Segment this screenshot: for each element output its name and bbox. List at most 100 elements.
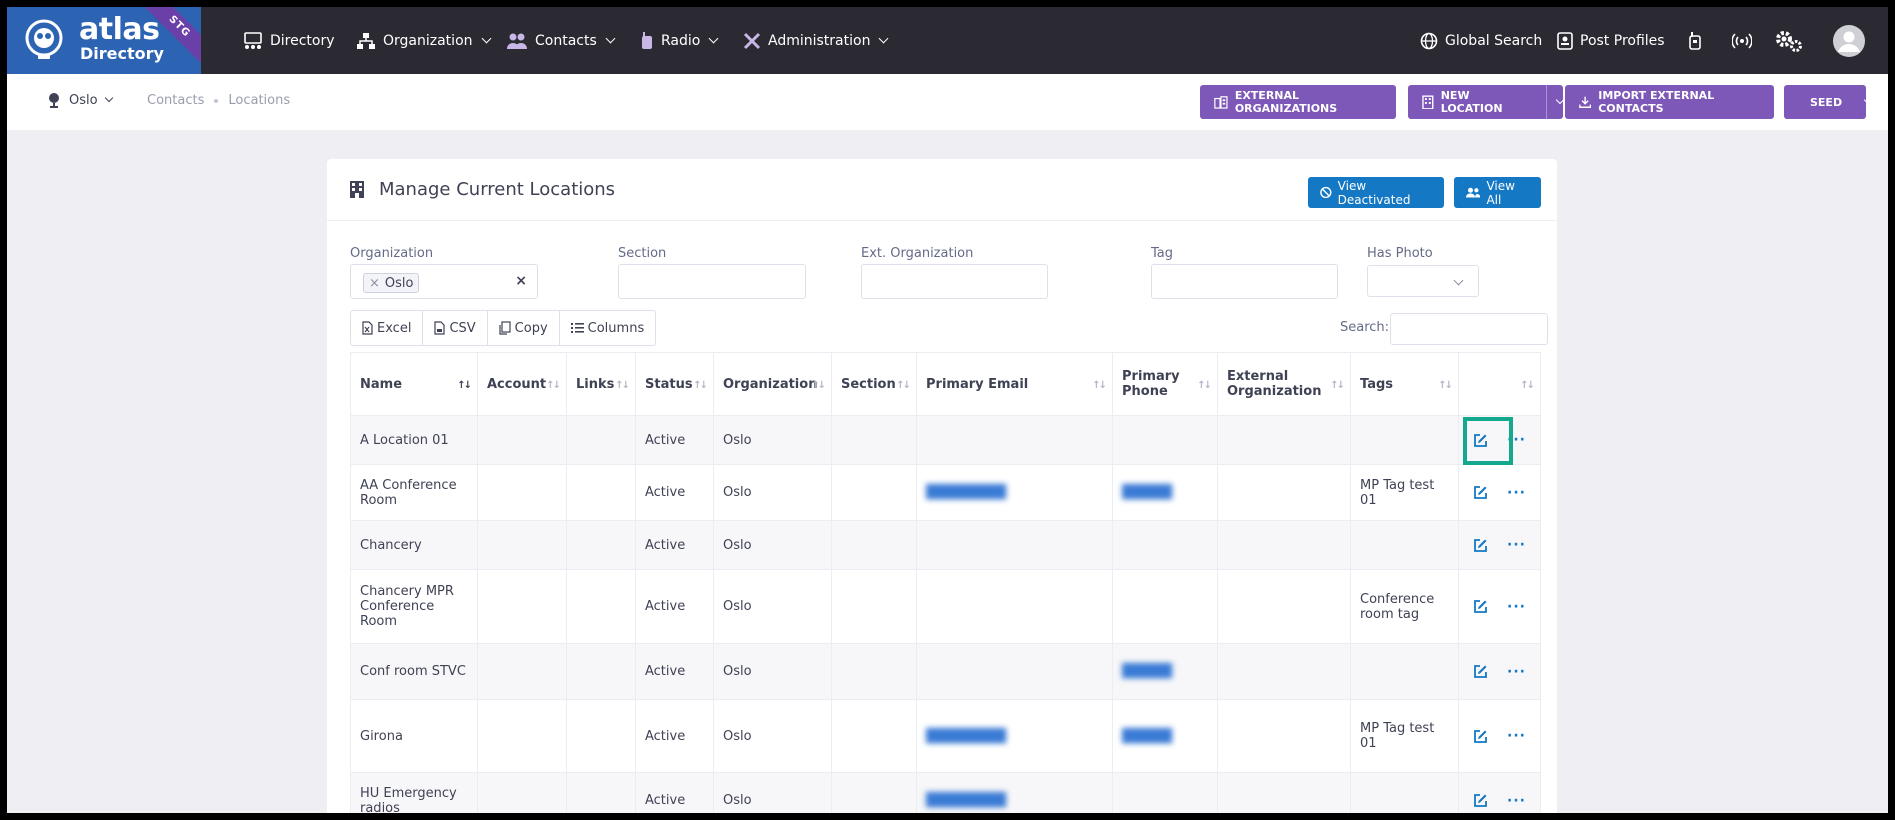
brand-logo[interactable]: atlas Directory STG	[7, 7, 201, 74]
nav-administration-label: Administration	[768, 32, 871, 49]
contacts-icon	[507, 33, 527, 49]
col-account[interactable]: Account ↑↓	[477, 352, 567, 416]
more-options-icon[interactable]: ···	[1507, 728, 1526, 744]
radio-shortcut-button[interactable]	[1688, 7, 1702, 74]
copy-button[interactable]: Copy	[488, 311, 560, 345]
redacted-phone[interactable]: █████	[1122, 729, 1172, 744]
table-row[interactable]: Conf room STVC Active Oslo █████ ···	[350, 643, 1541, 700]
edit-icon[interactable]	[1473, 793, 1488, 808]
edit-icon[interactable]	[1473, 599, 1488, 614]
edit-icon[interactable]	[1473, 485, 1488, 500]
broadcast-button[interactable]	[1732, 7, 1752, 74]
table-row[interactable]: Chancery MPR Conference Room Active Oslo Co…	[350, 569, 1541, 644]
top-navbar: atlas Directory STG Directory Organizati…	[7, 7, 1888, 74]
cell-name-text: AA Conference Room	[360, 477, 457, 508]
organization-filter[interactable]: × Oslo ×	[350, 264, 538, 299]
cell-name: Chancery MPR Conference Room	[350, 569, 478, 644]
tag-filter[interactable]	[1151, 264, 1338, 299]
redacted-email[interactable]: ████████	[926, 729, 1006, 744]
cell-organization: Oslo	[713, 569, 832, 644]
cell-primary-email	[916, 415, 1113, 465]
nav-post-profiles-label: Post Profiles	[1580, 32, 1665, 49]
table-row[interactable]: A Location 01 Active Oslo ···	[350, 415, 1541, 465]
sub-header: Oslo Contacts Locations EXTERNAL ORGANIZ…	[7, 74, 1888, 130]
col-organization[interactable]: Organization ↑↓	[713, 352, 832, 416]
breadcrumb: Contacts Locations	[147, 93, 290, 108]
table-row[interactable]: AA Conference Room Active Oslo ████████ ████…	[350, 464, 1541, 521]
section-filter[interactable]	[618, 264, 806, 299]
table-row[interactable]: Chancery Active Oslo ···	[350, 520, 1541, 570]
cell-tags	[1350, 415, 1459, 465]
chevron-down-icon	[481, 33, 491, 44]
chip-remove-icon[interactable]: ×	[369, 276, 380, 291]
table-row[interactable]: Girona Active Oslo ████████ █████ MP Tag test…	[350, 699, 1541, 773]
external-organizations-button[interactable]: EXTERNAL ORGANIZATIONS	[1200, 85, 1396, 119]
cell-account	[477, 569, 567, 644]
col-primary-phone-label: Primary Phone	[1122, 369, 1180, 399]
nav-administration[interactable]: Administration	[743, 7, 889, 74]
col-name[interactable]: Name ↑↓	[350, 352, 478, 416]
redacted-phone[interactable]: █████	[1122, 664, 1172, 679]
col-primary-phone[interactable]: Primary Phone ↑↓	[1112, 352, 1218, 416]
more-options-icon[interactable]: ···	[1507, 793, 1526, 809]
tag-filter-label: Tag	[1151, 246, 1174, 261]
nav-radio[interactable]: Radio	[640, 7, 719, 74]
col-status-label: Status	[645, 376, 693, 392]
cell-external-organization	[1217, 699, 1351, 773]
locations-table: Name ↑↓ Account ↑↓ Links ↑↓ Status ↑↓ Organi…	[350, 352, 1541, 813]
csv-button[interactable]: CSV	[423, 311, 488, 345]
seed-dropdown-toggle[interactable]	[1855, 85, 1873, 119]
cell-external-organization	[1217, 643, 1351, 700]
nav-global-search-label: Global Search	[1445, 32, 1543, 49]
more-options-icon[interactable]: ···	[1507, 599, 1526, 615]
redacted-phone[interactable]: █████	[1122, 485, 1172, 500]
has-photo-select[interactable]	[1367, 265, 1479, 297]
redacted-email[interactable]: ████████	[926, 793, 1006, 808]
nav-directory[interactable]: Directory	[243, 7, 335, 74]
more-options-icon[interactable]: ···	[1507, 664, 1526, 680]
col-primary-email[interactable]: Primary Email ↑↓	[916, 352, 1113, 416]
view-deactivated-button[interactable]: View Deactivated	[1308, 177, 1444, 208]
cell-organization-text: Oslo	[723, 599, 752, 614]
col-name-label: Name	[360, 376, 403, 392]
seed-button[interactable]: SEED	[1784, 85, 1873, 119]
nav-contacts-label: Contacts	[535, 32, 597, 49]
col-primary-email-label: Primary Email	[926, 376, 1029, 392]
more-options-icon[interactable]: ···	[1507, 537, 1526, 553]
user-menu[interactable]	[1833, 7, 1865, 74]
col-status[interactable]: Status ↑↓	[635, 352, 714, 416]
table-row[interactable]: HU Emergency radios Active Oslo ████████ ···	[350, 772, 1541, 813]
new-location-button[interactable]: NEW LOCATION	[1408, 85, 1565, 119]
new-location-dropdown-toggle[interactable]	[1546, 85, 1565, 119]
sort-icon: ↑↓	[1438, 380, 1453, 391]
globe-icon	[1420, 32, 1438, 49]
nav-contacts[interactable]: Contacts	[506, 7, 616, 74]
settings-button[interactable]	[1774, 7, 1804, 74]
search-input[interactable]	[1390, 313, 1548, 345]
view-all-button[interactable]: View All	[1454, 177, 1541, 208]
cell-tags-text: Conference room tag	[1360, 591, 1435, 622]
import-external-contacts-button[interactable]: IMPORT EXTERNAL CONTACTS	[1565, 85, 1774, 119]
search-label: Search:	[1340, 320, 1390, 335]
nav-organization[interactable]: Organization	[356, 7, 491, 74]
excel-label: Excel	[377, 320, 412, 336]
clear-filter-icon[interactable]: ×	[515, 273, 527, 289]
more-options-icon[interactable]: ···	[1507, 485, 1526, 501]
org-selector[interactable]: Oslo	[47, 92, 113, 108]
breadcrumb-contacts[interactable]: Contacts	[147, 93, 204, 108]
columns-button[interactable]: Columns	[560, 311, 656, 345]
edit-icon[interactable]	[1473, 538, 1488, 553]
col-tags[interactable]: Tags ↑↓	[1350, 352, 1459, 416]
nav-global-search[interactable]: Global Search	[1420, 7, 1542, 74]
redacted-email[interactable]: ████████	[926, 485, 1006, 500]
has-photo-filter-label: Has Photo	[1367, 246, 1433, 261]
col-external-organization[interactable]: External Organization ↑↓	[1217, 352, 1351, 416]
col-links[interactable]: Links ↑↓	[566, 352, 636, 416]
edit-icon[interactable]	[1473, 664, 1488, 679]
nav-post-profiles[interactable]: Post Profiles	[1557, 7, 1665, 74]
excel-button[interactable]: Excel	[351, 311, 424, 345]
col-section[interactable]: Section ↑↓	[831, 352, 917, 416]
cell-tags-text: MP Tag test 01	[1360, 721, 1435, 751]
ext-org-filter[interactable]	[861, 264, 1048, 299]
edit-icon[interactable]	[1473, 729, 1488, 744]
